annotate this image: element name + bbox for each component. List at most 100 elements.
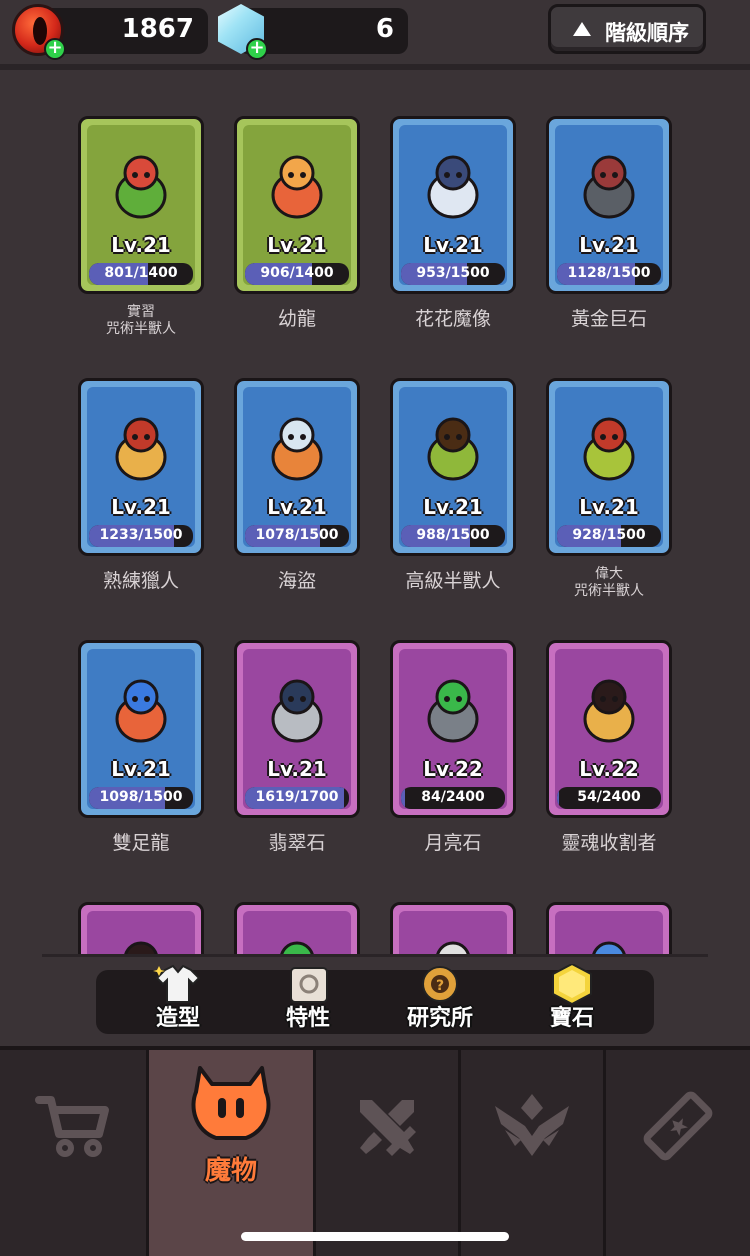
- shirt-icon: [153, 964, 201, 1003]
- sort-button-label: 階級順序: [605, 21, 689, 45]
- monster-card[interactable]: Lv.21 1619/1700: [234, 640, 360, 818]
- sort-by-rank-button[interactable]: 階級順序: [548, 4, 706, 54]
- monster-card[interactable]: [78, 902, 204, 956]
- monster-level: Lv.21: [267, 233, 327, 257]
- monster-card[interactable]: [390, 902, 516, 956]
- monster-card[interactable]: Lv.21 1098/1500: [78, 640, 204, 818]
- monster-portrait: [115, 679, 167, 743]
- monster-card[interactable]: Lv.22 84/2400: [390, 640, 516, 818]
- monster-grid: Lv.21 801/1400 實習 咒術半獸人 Lv.21 906/1400 幼龍 Lv.2…: [0, 70, 750, 956]
- add-red-gem-icon[interactable]: +: [44, 38, 66, 60]
- monster-level: Lv.21: [267, 757, 327, 781]
- monster-card[interactable]: Lv.22 54/2400: [546, 640, 672, 818]
- monster-icon: [191, 1066, 271, 1140]
- monster-name: 花花魔像: [414, 308, 491, 330]
- xp-progress-text: 801/1400: [104, 265, 178, 281]
- monster-subtabs: 造型 特性 ? 研究所 寶石: [96, 964, 654, 1034]
- tab-gems-label: 寶石: [549, 1006, 594, 1031]
- monster-portrait: [583, 417, 635, 481]
- monster-portrait: [427, 679, 479, 743]
- xp-progress-text: 1128/1500: [567, 265, 651, 281]
- monster-name: 靈魂收割者: [561, 832, 657, 854]
- monster-card[interactable]: Lv.21 953/1500: [390, 116, 516, 294]
- xp-progress-bar: 1233/1500: [89, 525, 193, 547]
- subtab-divider: [42, 954, 708, 957]
- monster-level: Lv.21: [579, 233, 639, 257]
- monster-name: 雙足龍: [112, 832, 170, 854]
- triangle-up-icon: [573, 22, 591, 36]
- ticket-icon: [643, 1091, 713, 1161]
- monster-name: 幼龍: [277, 308, 316, 330]
- tab-research-label: 研究所: [406, 1006, 473, 1031]
- nav-monster[interactable]: 魔物: [149, 1050, 313, 1256]
- xp-progress-text: 1233/1500: [99, 527, 183, 543]
- monster-card[interactable]: Lv.21 928/1500: [546, 378, 672, 556]
- monster-card[interactable]: [234, 902, 360, 956]
- xp-progress-bar: 54/2400: [557, 787, 661, 809]
- red-gem-value: 1867: [121, 14, 194, 44]
- swords-icon: [360, 1100, 416, 1156]
- xp-progress-text: 953/1500: [416, 265, 490, 281]
- xp-progress-bar: 928/1500: [557, 525, 661, 547]
- xp-progress-bar: 1098/1500: [89, 787, 193, 809]
- nav-shop[interactable]: [0, 1050, 146, 1256]
- monster-level: Lv.21: [111, 495, 171, 519]
- add-crystal-icon[interactable]: +: [246, 38, 268, 60]
- monster-portrait: [271, 417, 323, 481]
- monster-card[interactable]: [546, 902, 672, 956]
- xp-progress-text: 84/2400: [421, 789, 485, 805]
- monster-portrait: [583, 679, 635, 743]
- xp-progress-bar: 1128/1500: [557, 263, 661, 285]
- monster-name: 偉大 咒術半獸人: [574, 566, 644, 599]
- monster-card[interactable]: Lv.21 1078/1500: [234, 378, 360, 556]
- home-indicator[interactable]: [241, 1232, 509, 1241]
- svg-text:?: ?: [436, 978, 444, 994]
- monster-name: 月亮石: [424, 832, 482, 854]
- monster-level: Lv.21: [111, 757, 171, 781]
- monster-portrait: [583, 155, 635, 219]
- monster-level: Lv.21: [423, 495, 483, 519]
- research-gear-icon: ?: [422, 966, 458, 1002]
- resource-bar: 1867 + 6 + 階級順序: [0, 0, 750, 68]
- monster-name: 海盜: [277, 570, 316, 592]
- monster-portrait: [435, 941, 471, 956]
- tab-research[interactable]: ? 研究所: [380, 966, 500, 1034]
- nav-monster-label: 魔物: [204, 1156, 257, 1186]
- nav-battle[interactable]: [316, 1050, 458, 1256]
- monster-portrait: [123, 941, 159, 956]
- xp-progress-text: 906/1400: [260, 265, 334, 281]
- monster-portrait: [427, 155, 479, 219]
- tab-gems[interactable]: 寶石: [512, 964, 632, 1034]
- monster-name: 實習 咒術半獸人: [106, 304, 176, 337]
- xp-progress-bar: 84/2400: [401, 787, 505, 809]
- tab-traits-label: 特性: [285, 1006, 330, 1031]
- monster-level: Lv.21: [423, 233, 483, 257]
- nav-rank[interactable]: [461, 1050, 603, 1256]
- crystal-value: 6: [375, 14, 394, 44]
- monster-level: Lv.21: [267, 495, 327, 519]
- monster-card[interactable]: Lv.21 1233/1500: [78, 378, 204, 556]
- xp-progress-bar: 988/1500: [401, 525, 505, 547]
- xp-progress-bar: 1078/1500: [245, 525, 349, 547]
- tab-traits[interactable]: 特性: [248, 967, 368, 1034]
- monster-portrait: [591, 941, 627, 956]
- nav-pass[interactable]: [606, 1050, 750, 1256]
- monster-card[interactable]: Lv.21 988/1500: [390, 378, 516, 556]
- monster-portrait: [427, 417, 479, 481]
- xp-progress-bar: 953/1500: [401, 263, 505, 285]
- monster-card[interactable]: Lv.21 801/1400: [78, 116, 204, 294]
- xp-progress-bar: 1619/1700: [245, 787, 349, 809]
- monster-name: 熟練獵人: [102, 570, 179, 592]
- xp-progress-text: 1619/1700: [255, 789, 339, 805]
- tab-costume[interactable]: 造型: [118, 964, 238, 1034]
- monster-portrait: [279, 941, 315, 956]
- xp-progress-text: 928/1500: [572, 527, 646, 543]
- monster-name: 黃金巨石: [570, 308, 647, 330]
- monster-card[interactable]: Lv.21 906/1400: [234, 116, 360, 294]
- bottom-nav: 魔物: [0, 1046, 750, 1256]
- xp-progress-bar: 801/1400: [89, 263, 193, 285]
- cart-icon: [35, 1096, 109, 1157]
- monster-portrait: [271, 155, 323, 219]
- xp-progress-bar: 906/1400: [245, 263, 349, 285]
- monster-card[interactable]: Lv.21 1128/1500: [546, 116, 672, 294]
